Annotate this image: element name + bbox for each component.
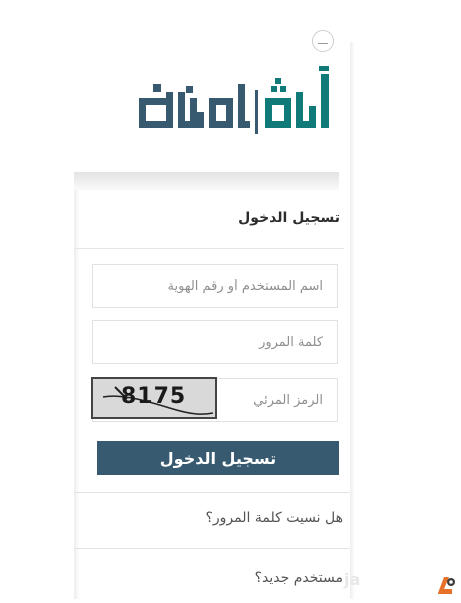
forgot-password-link[interactable]: هل نسيت كلمة المرور؟ bbox=[205, 510, 343, 526]
captcha-image: 8175 bbox=[91, 377, 217, 419]
password-input[interactable] bbox=[123, 321, 323, 363]
divider bbox=[74, 548, 350, 549]
login-button[interactable]: تسجيل الدخول bbox=[97, 441, 339, 475]
captcha-code: 8175 bbox=[121, 384, 187, 409]
header-divider bbox=[74, 172, 339, 190]
close-icon[interactable] bbox=[312, 30, 334, 52]
absher-tawdheef-logo bbox=[135, 62, 335, 147]
captcha-input[interactable] bbox=[213, 379, 323, 421]
watermark-text: ja bbox=[344, 570, 361, 589]
new-user-link[interactable]: مستخدم جديد؟ bbox=[255, 570, 343, 586]
login-title: تسجيل الدخول bbox=[238, 210, 340, 226]
password-field[interactable] bbox=[92, 320, 338, 364]
panel-edge-shadow bbox=[350, 42, 355, 599]
username-input[interactable] bbox=[123, 265, 323, 307]
watermark-logo-icon bbox=[432, 573, 458, 599]
username-field[interactable] bbox=[92, 264, 338, 308]
title-divider bbox=[74, 248, 344, 249]
panel-left-edge bbox=[74, 190, 80, 599]
divider bbox=[74, 492, 350, 493]
